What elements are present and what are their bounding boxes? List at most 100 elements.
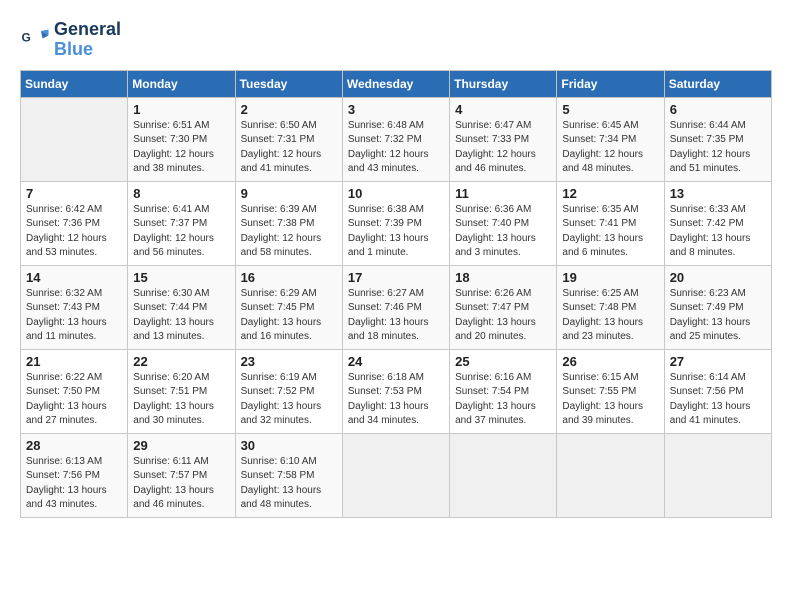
day-number: 14 [26,270,122,285]
day-header-wednesday: Wednesday [342,70,449,97]
calendar-cell: 19Sunrise: 6:25 AMSunset: 7:48 PMDayligh… [557,265,664,349]
day-number: 12 [562,186,658,201]
day-info: Sunrise: 6:39 AMSunset: 7:38 PMDaylight:… [241,203,337,261]
day-header-monday: Monday [128,70,235,97]
calendar-cell: 18Sunrise: 6:26 AMSunset: 7:47 PMDayligh… [450,265,557,349]
calendar-cell: 20 Sunrise: 6:23 AMSunset: 7:49 PMDayligh… [664,265,771,349]
day-number: 9 [241,186,337,201]
calendar-cell: 16 Sunrise: 6:29 AMSunset: 7:45 PMDayligh… [235,265,342,349]
calendar-cell: 1 Sunrise: 6:51 AMSunset: 7:30 PMDaylight… [128,97,235,181]
day-number: 3 [348,102,444,117]
calendar-cell: 30 Sunrise: 6:10 AMSunset: 7:58 PMDayligh… [235,433,342,517]
calendar-body: 1 Sunrise: 6:51 AMSunset: 7:30 PMDaylight… [21,97,772,517]
day-number: 20 [670,270,766,285]
day-header-thursday: Thursday [450,70,557,97]
day-info: Sunrise: 6:10 AMSunset: 7:58 PMDaylight:… [241,455,337,513]
calendar-week-3: 14Sunrise: 6:32 AMSunset: 7:43 PMDayligh… [21,265,772,349]
calendar-cell: 27 Sunrise: 6:14 AMSunset: 7:56 PMDayligh… [664,349,771,433]
day-number: 22 [133,354,229,369]
day-number: 23 [241,354,337,369]
day-info: Sunrise: 6:29 AMSunset: 7:45 PMDaylight:… [241,287,337,345]
day-number: 30 [241,438,337,453]
day-info: Sunrise: 6:27 AMSunset: 7:46 PMDaylight:… [348,287,444,345]
day-number: 13 [670,186,766,201]
calendar-cell: 12 Sunrise: 6:35 AMSunset: 7:41 PMDayligh… [557,181,664,265]
calendar-cell [450,433,557,517]
calendar-cell: 9 Sunrise: 6:39 AMSunset: 7:38 PMDaylight… [235,181,342,265]
calendar-cell [342,433,449,517]
day-info: Sunrise: 6:42 AMSunset: 7:36 PMDaylight:… [26,203,122,261]
calendar-week-1: 1 Sunrise: 6:51 AMSunset: 7:30 PMDaylight… [21,97,772,181]
day-number: 5 [562,102,658,117]
day-number: 11 [455,186,551,201]
day-info: Sunrise: 6:30 AMSunset: 7:44 PMDaylight:… [133,287,229,345]
day-info: Sunrise: 6:11 AMSunset: 7:57 PMDaylight:… [133,455,229,513]
calendar-cell: 4Sunrise: 6:47 AMSunset: 7:33 PMDaylight… [450,97,557,181]
calendar-week-5: 28Sunrise: 6:13 AMSunset: 7:56 PMDayligh… [21,433,772,517]
calendar-cell: 5 Sunrise: 6:45 AMSunset: 7:34 PMDaylight… [557,97,664,181]
day-info: Sunrise: 6:22 AMSunset: 7:50 PMDaylight:… [26,371,122,429]
day-info: Sunrise: 6:13 AMSunset: 7:56 PMDaylight:… [26,455,122,513]
calendar-cell: 29 Sunrise: 6:11 AMSunset: 7:57 PMDayligh… [128,433,235,517]
day-number: 24 [348,354,444,369]
calendar-cell: 8 Sunrise: 6:41 AMSunset: 7:37 PMDaylight… [128,181,235,265]
day-info: Sunrise: 6:23 AMSunset: 7:49 PMDaylight:… [670,287,766,345]
calendar-cell: 15 Sunrise: 6:30 AMSunset: 7:44 PMDayligh… [128,265,235,349]
day-info: Sunrise: 6:48 AMSunset: 7:32 PMDaylight:… [348,119,444,177]
day-number: 1 [133,102,229,117]
day-info: Sunrise: 6:18 AMSunset: 7:53 PMDaylight:… [348,371,444,429]
calendar-cell: 10Sunrise: 6:38 AMSunset: 7:39 PMDayligh… [342,181,449,265]
day-number: 21 [26,354,122,369]
day-number: 4 [455,102,551,117]
logo-icon: G [20,25,50,55]
calendar-cell [664,433,771,517]
svg-text:G: G [22,30,31,44]
day-number: 8 [133,186,229,201]
day-number: 7 [26,186,122,201]
day-info: Sunrise: 6:15 AMSunset: 7:55 PMDaylight:… [562,371,658,429]
calendar-header-row: SundayMondayTuesdayWednesdayThursdayFrid… [21,70,772,97]
calendar-week-4: 21 Sunrise: 6:22 AMSunset: 7:50 PMDayligh… [21,349,772,433]
logo: G General Blue [20,20,121,60]
day-info: Sunrise: 6:20 AMSunset: 7:51 PMDaylight:… [133,371,229,429]
calendar-cell [21,97,128,181]
calendar-cell: 26 Sunrise: 6:15 AMSunset: 7:55 PMDayligh… [557,349,664,433]
day-number: 27 [670,354,766,369]
day-info: Sunrise: 6:38 AMSunset: 7:39 PMDaylight:… [348,203,444,261]
logo-text: General Blue [54,20,121,60]
day-number: 25 [455,354,551,369]
calendar-cell: 28Sunrise: 6:13 AMSunset: 7:56 PMDayligh… [21,433,128,517]
day-number: 16 [241,270,337,285]
day-number: 6 [670,102,766,117]
day-info: Sunrise: 6:35 AMSunset: 7:41 PMDaylight:… [562,203,658,261]
day-info: Sunrise: 6:50 AMSunset: 7:31 PMDaylight:… [241,119,337,177]
day-number: 26 [562,354,658,369]
day-number: 29 [133,438,229,453]
day-header-tuesday: Tuesday [235,70,342,97]
calendar-week-2: 7 Sunrise: 6:42 AMSunset: 7:36 PMDaylight… [21,181,772,265]
page-header: G General Blue [20,20,772,60]
calendar-cell: 21 Sunrise: 6:22 AMSunset: 7:50 PMDayligh… [21,349,128,433]
day-number: 17 [348,270,444,285]
day-info: Sunrise: 6:25 AMSunset: 7:48 PMDaylight:… [562,287,658,345]
day-header-saturday: Saturday [664,70,771,97]
calendar-cell: 13 Sunrise: 6:33 AMSunset: 7:42 PMDayligh… [664,181,771,265]
day-info: Sunrise: 6:33 AMSunset: 7:42 PMDaylight:… [670,203,766,261]
day-info: Sunrise: 6:36 AMSunset: 7:40 PMDaylight:… [455,203,551,261]
day-info: Sunrise: 6:51 AMSunset: 7:30 PMDaylight:… [133,119,229,177]
calendar-cell: 23Sunrise: 6:19 AMSunset: 7:52 PMDayligh… [235,349,342,433]
day-info: Sunrise: 6:26 AMSunset: 7:47 PMDaylight:… [455,287,551,345]
day-info: Sunrise: 6:44 AMSunset: 7:35 PMDaylight:… [670,119,766,177]
day-header-friday: Friday [557,70,664,97]
day-info: Sunrise: 6:16 AMSunset: 7:54 PMDaylight:… [455,371,551,429]
calendar-cell: 11 Sunrise: 6:36 AMSunset: 7:40 PMDayligh… [450,181,557,265]
day-info: Sunrise: 6:45 AMSunset: 7:34 PMDaylight:… [562,119,658,177]
day-header-sunday: Sunday [21,70,128,97]
day-number: 15 [133,270,229,285]
calendar-cell: 22 Sunrise: 6:20 AMSunset: 7:51 PMDayligh… [128,349,235,433]
day-info: Sunrise: 6:14 AMSunset: 7:56 PMDaylight:… [670,371,766,429]
day-info: Sunrise: 6:41 AMSunset: 7:37 PMDaylight:… [133,203,229,261]
calendar-cell [557,433,664,517]
calendar-table: SundayMondayTuesdayWednesdayThursdayFrid… [20,70,772,518]
calendar-cell: 2Sunrise: 6:50 AMSunset: 7:31 PMDaylight… [235,97,342,181]
